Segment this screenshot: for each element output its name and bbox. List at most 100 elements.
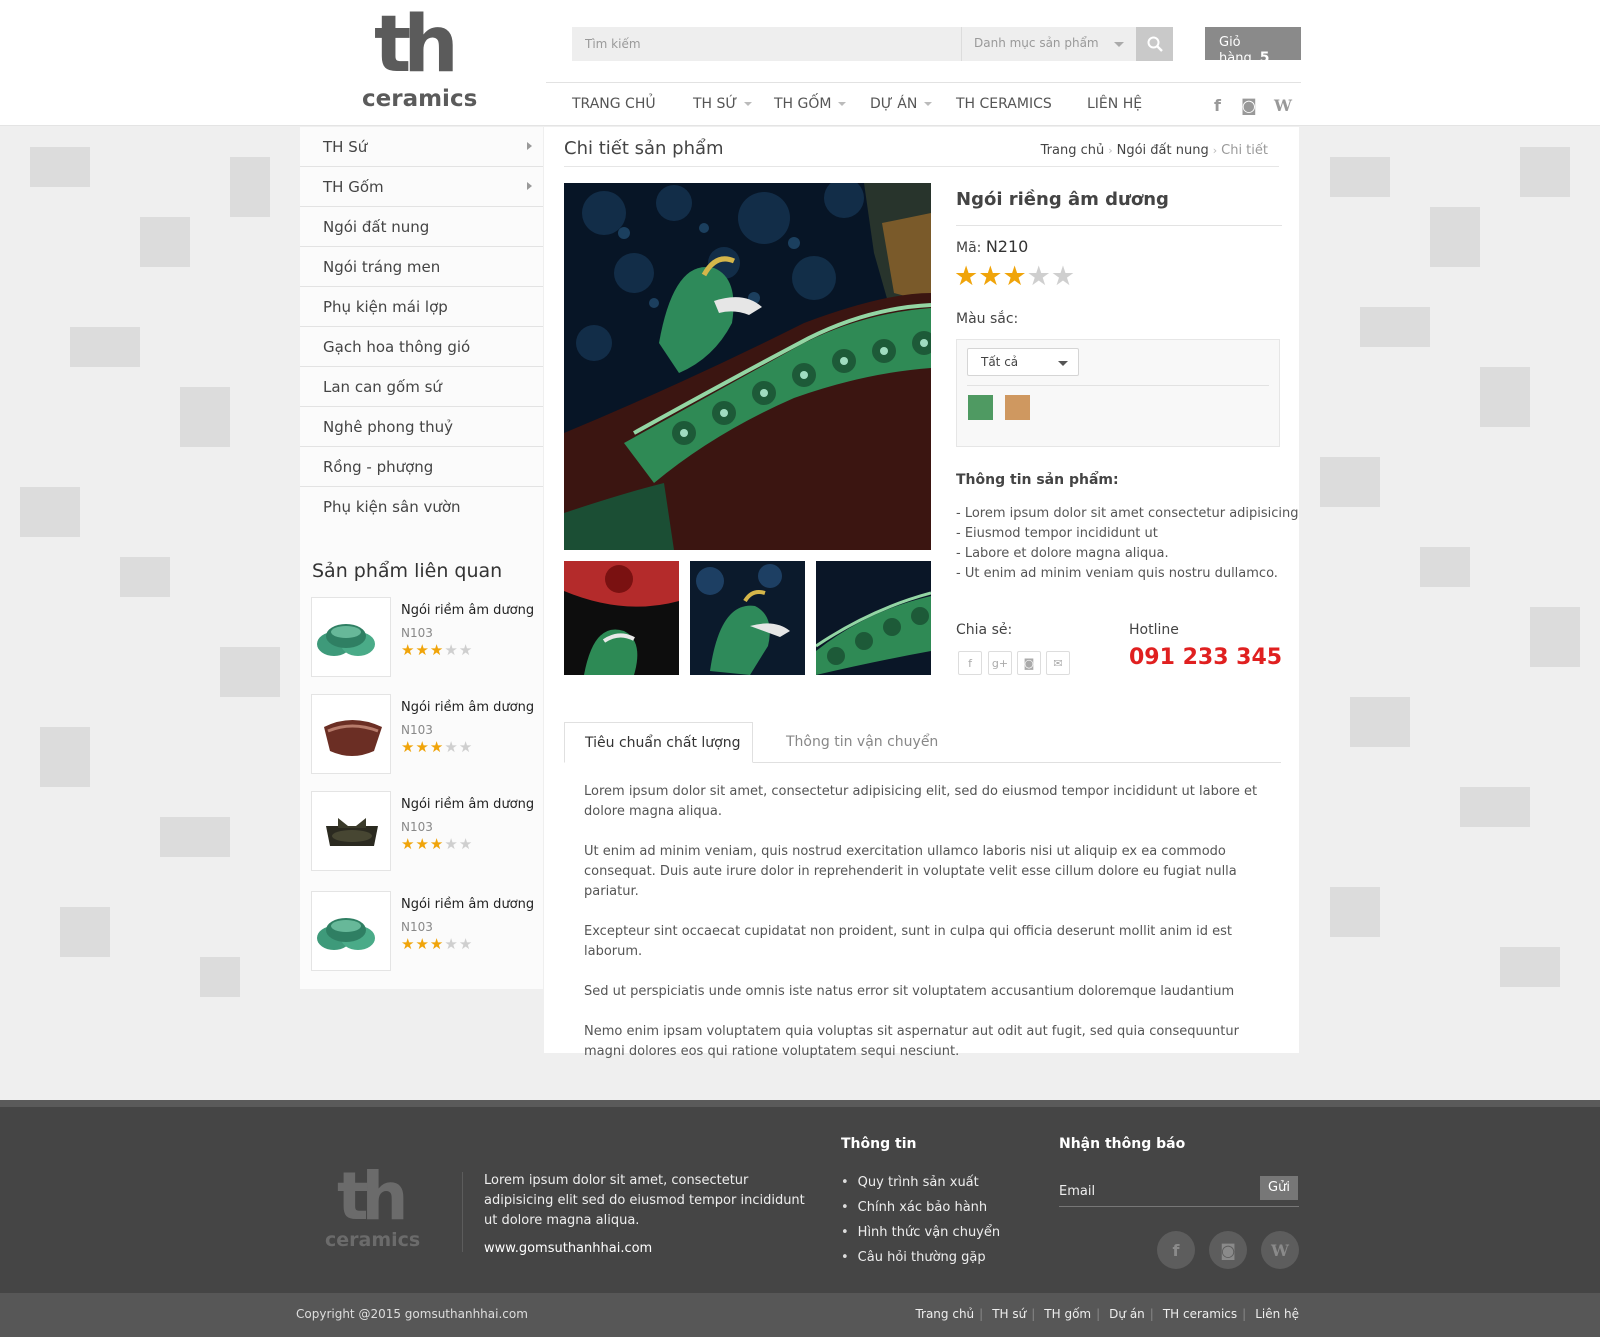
star-filled-icon: ★	[429, 738, 445, 756]
background-tile	[140, 217, 190, 267]
color-select-value: Tất cả	[981, 355, 1019, 369]
footer-facebook-icon[interactable]: f	[1157, 1231, 1195, 1269]
chevron-down-icon	[744, 102, 753, 106]
cart-label: Giỏ hàng	[1219, 35, 1252, 66]
breadcrumb-category[interactable]: Ngói đất nung	[1117, 143, 1209, 158]
nav-item-home[interactable]: TRANG CHỦ	[572, 96, 656, 112]
color-select[interactable]: Tất cả	[967, 348, 1079, 376]
sidebar-item-lan-can[interactable]: Lan can gốm sứ	[300, 367, 543, 407]
bottom-link-th-gom[interactable]: TH gốm	[1044, 1307, 1091, 1321]
footer-info-title: Thông tin	[841, 1136, 917, 1152]
color-swatch-tan[interactable]	[1005, 395, 1030, 420]
related-product-name[interactable]: Ngói riềm âm dương	[401, 897, 534, 912]
product-main-image[interactable]	[564, 183, 931, 550]
sidebar-item-gach-hoa[interactable]: Gạch hoa thông gió	[300, 327, 543, 367]
footer-wordpress-icon[interactable]: W	[1261, 1231, 1299, 1269]
related-product-card[interactable]: Ngói riềm âm dương N103 ★★★★★	[311, 891, 539, 971]
footer-link[interactable]: Chính xác bảo hành	[841, 1195, 1000, 1220]
footer-logo[interactable]: th ceramics	[325, 1158, 435, 1257]
star-filled-icon: ★	[429, 641, 445, 659]
footer-link[interactable]: Câu hỏi thường gặp	[841, 1245, 1000, 1270]
newsletter-send-button[interactable]: Gửi	[1260, 1176, 1298, 1200]
related-product-image	[311, 891, 391, 971]
star-filled-icon: ★	[401, 935, 416, 953]
thumbnail-image[interactable]	[690, 561, 805, 675]
chevron-down-icon	[838, 102, 847, 106]
related-product-code: N103	[401, 820, 433, 834]
share-label: Chia sẻ:	[956, 622, 1013, 638]
chevron-right-icon: ›	[1212, 144, 1218, 157]
footer-link[interactable]: Hình thức vận chuyển	[841, 1220, 1000, 1245]
page-title: Chi tiết sản phẩm	[564, 138, 724, 159]
color-swatch-green[interactable]	[968, 395, 993, 420]
related-product-card[interactable]: Ngói riềm âm dương N103 ★★★★★	[311, 597, 539, 677]
sidebar-item-ngoi-dat-nung[interactable]: Ngói đất nung	[300, 207, 543, 247]
share-instagram-icon[interactable]: ◙	[1017, 651, 1041, 675]
paragraph: Lorem ipsum dolor sit amet, consectetur …	[584, 784, 1258, 819]
chevron-down-icon	[1114, 42, 1124, 47]
instagram-icon[interactable]: ◙	[1241, 96, 1257, 115]
bottom-link-lien-he[interactable]: Liên hệ	[1255, 1307, 1299, 1321]
wordpress-icon[interactable]: W	[1274, 96, 1292, 115]
bottom-link-du-an[interactable]: Dự án	[1109, 1307, 1145, 1321]
background-tile	[70, 327, 140, 367]
related-product-image	[311, 791, 391, 871]
sidebar-item-label: Nghê phong thuỷ	[323, 418, 454, 436]
star-empty-icon: ★	[444, 641, 459, 659]
share-email-icon[interactable]: ✉	[1046, 651, 1070, 675]
cart-button[interactable]: Giỏ hàng 5	[1205, 27, 1301, 66]
bottom-link-th-ceramics[interactable]: TH ceramics	[1163, 1307, 1237, 1321]
background-tile	[160, 817, 230, 857]
thumbnail-image[interactable]	[564, 561, 679, 675]
site-logo[interactable]: th ceramics	[362, 6, 487, 112]
facebook-icon[interactable]: f	[1214, 96, 1221, 115]
related-product-name[interactable]: Ngói riềm âm dương	[401, 797, 534, 812]
category-select[interactable]: Danh mục sản phẩm	[961, 27, 1136, 61]
related-product-name[interactable]: Ngói riềm âm dương	[401, 603, 534, 618]
nav-item-lien-he[interactable]: LIÊN HỆ	[1087, 96, 1142, 112]
thumbnail-image[interactable]	[816, 561, 931, 675]
search-input[interactable]	[572, 27, 973, 61]
nav-item-du-an[interactable]: DỰ ÁN	[870, 96, 933, 112]
footer-instagram-icon[interactable]: ◙	[1209, 1231, 1247, 1269]
product-info-list: - Lorem ipsum dolor sit amet consectetur…	[956, 504, 1299, 584]
chevron-right-icon	[527, 142, 532, 150]
list-item: - Ut enim ad minim veniam quis nostru du…	[956, 566, 1278, 581]
nav-item-th-ceramics[interactable]: TH CERAMICS	[956, 96, 1052, 112]
newsletter-email-field[interactable]: Email	[1059, 1184, 1095, 1199]
sidebar-item-th-su[interactable]: TH Sứ	[300, 127, 543, 167]
tab-quality-standards[interactable]: Tiêu chuẩn chất lượng	[564, 722, 753, 763]
share-google-plus-icon[interactable]: g+	[988, 651, 1012, 675]
footer-website-link[interactable]: www.gomsuthanhhai.com	[484, 1241, 652, 1256]
related-product-code: N103	[401, 723, 433, 737]
product-rating[interactable]: ★★★★★	[954, 261, 1075, 292]
background-tile	[1520, 147, 1570, 197]
sidebar-item-phu-kien-san-vuon[interactable]: Phụ kiện sân vườn	[300, 487, 543, 527]
star-filled-icon: ★	[415, 738, 430, 756]
related-product-card[interactable]: Ngói riềm âm dương N103 ★★★★★	[311, 694, 539, 774]
tab-shipping-info[interactable]: Thông tin vận chuyển	[766, 722, 958, 763]
bottom-link-home[interactable]: Trang chủ	[915, 1307, 974, 1321]
background-tile	[230, 157, 270, 217]
hotline-number[interactable]: 091 233 345	[1129, 645, 1282, 670]
nav-label: TH SỨ	[693, 96, 738, 112]
logo-mark: th	[337, 1158, 408, 1235]
nav-item-th-gom[interactable]: TH GỐM	[774, 96, 847, 112]
footer-link[interactable]: Quy trình sản xuất	[841, 1170, 1000, 1195]
sidebar-item-phu-kien-mai-lop[interactable]: Phụ kiện mái lợp	[300, 287, 543, 327]
background-tile	[1350, 697, 1410, 747]
nav-item-th-su[interactable]: TH SỨ	[693, 96, 753, 112]
breadcrumb-home[interactable]: Trang chủ	[1041, 143, 1105, 158]
bottom-link-th-su[interactable]: TH sứ	[992, 1307, 1026, 1321]
star-empty-icon: ★	[444, 935, 459, 953]
list-item: - Labore et dolore magna aliqua.	[956, 546, 1169, 561]
search-button[interactable]	[1136, 27, 1173, 61]
share-facebook-icon[interactable]: f	[958, 651, 982, 675]
sidebar-item-th-gom[interactable]: TH Gốm	[300, 167, 543, 207]
sidebar-item-rong-phuong[interactable]: Rồng - phượng	[300, 447, 543, 487]
related-product-card[interactable]: Ngói riềm âm dương N103 ★★★★★	[311, 791, 539, 871]
sidebar-item-nghe-phong-thuy[interactable]: Nghê phong thuỷ	[300, 407, 543, 447]
star-filled-icon: ★	[954, 261, 979, 292]
related-product-name[interactable]: Ngói riềm âm dương	[401, 700, 534, 715]
sidebar-item-ngoi-trang-men[interactable]: Ngói tráng men	[300, 247, 543, 287]
